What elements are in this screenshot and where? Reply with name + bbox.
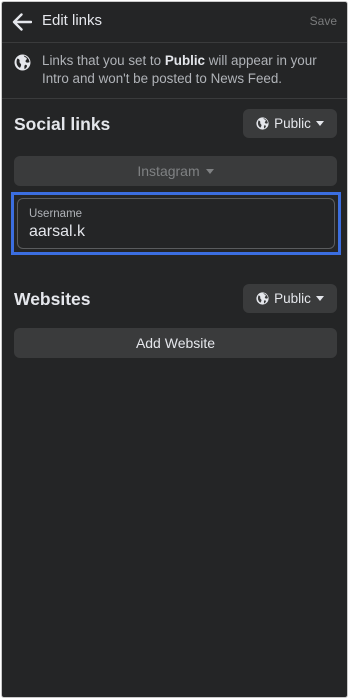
- page-title: Edit links: [42, 12, 103, 29]
- privacy-label: Public: [274, 116, 311, 131]
- username-focus-ring: Username aarsal.k: [11, 192, 341, 255]
- section-divider: [2, 98, 347, 99]
- caret-down-icon: [315, 121, 324, 126]
- top-bar: Edit links Save: [2, 2, 347, 43]
- websites-privacy-button[interactable]: Public: [243, 284, 337, 313]
- notice-text-start: Links that you set to: [42, 53, 165, 68]
- platform-dropdown[interactable]: Instagram: [14, 156, 337, 186]
- username-value[interactable]: aarsal.k: [29, 223, 85, 241]
- globe-icon: [14, 54, 31, 71]
- edit-links-screen: Edit links Save Links that you set to Pu…: [1, 1, 348, 698]
- arrow-left-icon: [12, 13, 32, 31]
- platform-selected: Instagram: [137, 163, 200, 179]
- caret-down-icon: [315, 296, 324, 301]
- websites-heading: Websites: [14, 289, 91, 309]
- globe-icon: [256, 117, 269, 130]
- add-website-button[interactable]: Add Website: [14, 328, 337, 358]
- back-button[interactable]: [8, 8, 36, 36]
- social-links-privacy-button[interactable]: Public: [243, 109, 337, 138]
- privacy-label: Public: [274, 291, 311, 306]
- username-input[interactable]: Username aarsal.k: [17, 198, 335, 249]
- username-label: Username: [29, 208, 83, 220]
- notice-text-bold: Public: [164, 53, 206, 68]
- notice-text: Links that you set to Public will appear…: [42, 52, 342, 88]
- caret-down-icon: [205, 168, 214, 174]
- social-links-heading: Social links: [14, 114, 111, 134]
- save-button[interactable]: Save: [310, 14, 337, 28]
- globe-icon: [256, 292, 269, 305]
